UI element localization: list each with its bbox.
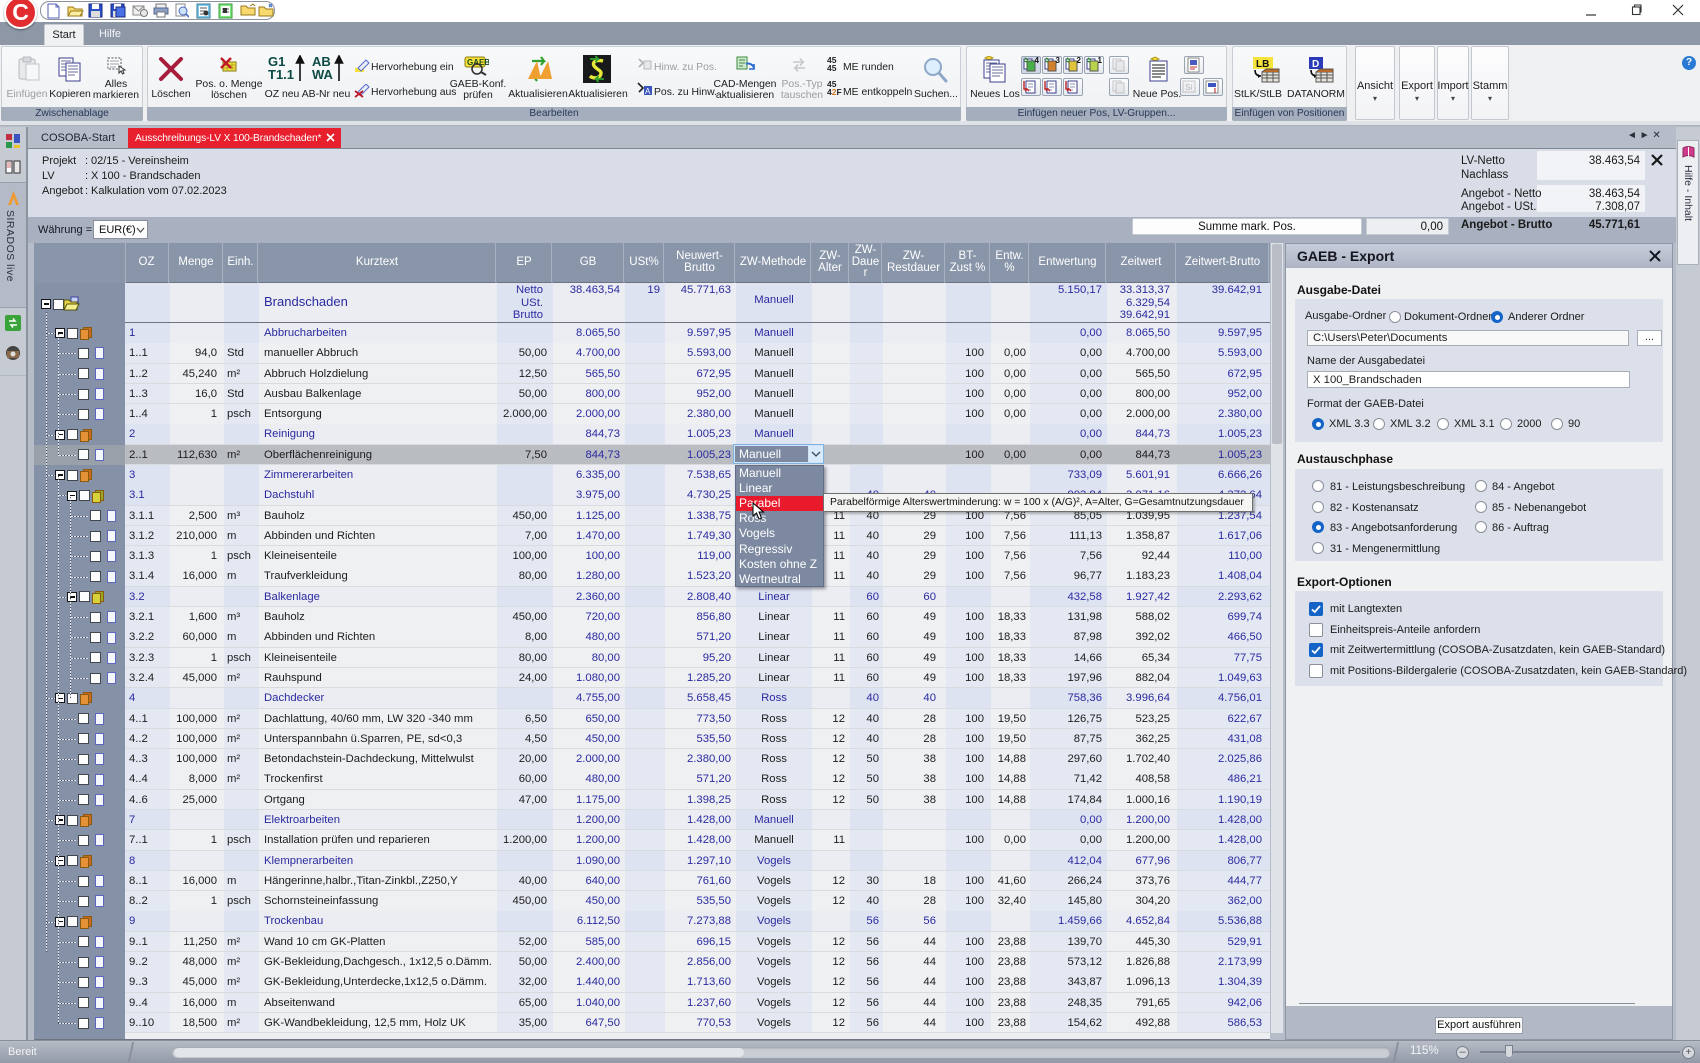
svg-text:LB: LB [1256, 59, 1269, 70]
svg-text:Si: Si [1185, 83, 1192, 92]
svg-text:GAEB: GAEB [467, 58, 489, 67]
svg-text:D: D [1312, 59, 1319, 70]
svg-text:A: A [645, 87, 651, 96]
